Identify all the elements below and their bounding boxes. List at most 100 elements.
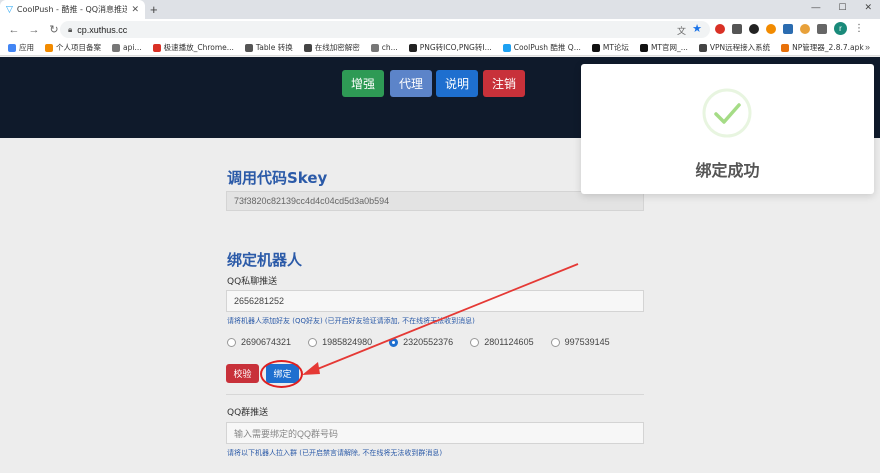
skey-field[interactable]: 73f3820c82139cc4d4c04cd5d3a0b594 — [226, 191, 644, 211]
bind-title: 绑定机器人 — [227, 251, 303, 269]
bookmark-label: 极速播放_Chrome... — [163, 43, 234, 52]
puzzle-extensions-icon[interactable] — [817, 23, 827, 34]
bookmark-label: CoolPush 酷推 Q... — [513, 43, 581, 52]
close-window-icon[interactable]: ✕ — [864, 2, 872, 13]
bookmark-favicon-icon — [244, 43, 253, 52]
glasses-extension-icon[interactable] — [749, 23, 759, 34]
extensions: r ⋮ — [715, 22, 864, 35]
annotation-circle — [260, 360, 303, 388]
bookmark-item[interactable]: 在线加密解密 — [303, 42, 360, 53]
radio-dot[interactable] — [550, 337, 560, 347]
radio-dot[interactable] — [470, 337, 480, 347]
coolpush-favicon-icon: ▽ — [6, 4, 13, 14]
bookmark-label: MT官网_... — [650, 43, 688, 52]
bookmarks-overflow-icon[interactable]: » — [865, 42, 870, 52]
copy-extension-icon[interactable] — [732, 23, 742, 34]
success-toast: 绑定成功 — [581, 64, 874, 194]
bookmark-item[interactable]: Table 转换 — [244, 42, 293, 53]
bookmarks-bar: 应用 个人项目备案 api... 极速播放_Chrome... Table 转换 在线加密… — [0, 40, 880, 56]
bot-number: 1985824980 — [322, 337, 373, 347]
window-controls: — ☐ ✕ — [811, 2, 872, 13]
bookmark-label: Table 转换 — [255, 43, 293, 52]
tab-strip: ▽ CoolPush - 酷推 - QQ消息推送 ✕ + — ☐ ✕ — [0, 0, 880, 19]
bot-radio[interactable]: 2801124605 — [470, 337, 534, 347]
blue-extension-icon[interactable] — [783, 23, 793, 34]
bookmark-item[interactable]: MT论坛 — [591, 42, 629, 53]
bookmark-favicon-icon — [303, 43, 312, 52]
bot-radio[interactable]: 2690674321 — [227, 337, 291, 347]
bookmark-label: MT论坛 — [602, 43, 629, 52]
bot-number: 2801124605 — [484, 337, 534, 347]
bot-radio-group: 2690674321 1985824980 2320552376 2801124… — [227, 337, 610, 347]
bot-radio[interactable]: 997539145 — [550, 337, 610, 347]
new-tab-icon[interactable]: + — [150, 2, 158, 17]
group-push-label: QQ群推送 — [227, 408, 269, 418]
section-divider — [226, 394, 644, 395]
address-bar[interactable]: 🔒︎ cp.xuthus.cc 文 ★ — [60, 21, 710, 38]
skey-title: 调用代码Skey — [227, 169, 328, 187]
docs-button[interactable]: 说明 — [436, 70, 478, 97]
toast-message: 绑定成功 — [695, 161, 760, 180]
bot-number: 2690674321 — [241, 337, 292, 347]
orange-extension-icon[interactable] — [766, 23, 776, 34]
group-hint: 请将以下机器人拉入群 (已开启禁言请解除, 不在线将无法收到群消息) — [227, 449, 443, 457]
proxy-button[interactable]: 代理 — [390, 70, 432, 97]
radio-dot[interactable] — [227, 337, 236, 347]
bookmark-item[interactable]: MT官网_... — [639, 42, 688, 53]
bookmark-label: 应用 — [19, 43, 34, 52]
bookmark-item[interactable]: 极速播放_Chrome... — [152, 42, 234, 53]
bookmark-star-icon[interactable]: ★ — [692, 22, 702, 35]
bookmark-item[interactable]: ch... — [370, 43, 398, 52]
bookmark-favicon-icon — [639, 43, 648, 52]
bookmark-label: NP管理器_2.8.7.apk — [792, 43, 864, 52]
bookmark-favicon-icon — [45, 43, 53, 52]
group-qq-input[interactable]: 输入需要绑定的QQ群号码 — [226, 422, 644, 444]
bookmark-item[interactable]: CoolPush 酷推 Q... — [502, 42, 581, 53]
browser-tab[interactable]: ▽ CoolPush - 酷推 - QQ消息推送 ✕ — [0, 0, 145, 19]
bookmark-item[interactable]: 个人项目备案 — [45, 42, 101, 53]
bookmark-favicon-icon — [591, 43, 600, 52]
bot-radio[interactable]: 1985824980 — [308, 337, 372, 347]
private-qq-input[interactable]: 2656281252 — [226, 290, 644, 312]
bookmark-label: VPN远程接入系统 — [709, 43, 771, 52]
bot-radio-selected[interactable]: 2320552376 — [389, 337, 453, 347]
profile-avatar[interactable]: r — [834, 22, 847, 35]
radio-dot[interactable] — [308, 337, 318, 347]
bookmark-label: PNG转ICO,PNG转I... — [419, 43, 492, 52]
minimize-icon[interactable]: — — [811, 2, 820, 13]
radio-dot-checked[interactable] — [389, 337, 399, 347]
logout-button[interactable]: 注销 — [483, 70, 525, 97]
bookmark-item[interactable]: 应用 — [8, 42, 34, 53]
bookmark-item[interactable]: VPN远程接入系统 — [698, 42, 771, 53]
url-text: cp.xuthus.cc — [77, 24, 128, 35]
success-check-icon — [702, 88, 752, 138]
bookmark-label: 在线加密解密 — [314, 43, 360, 52]
bookmark-label: 个人项目备案 — [56, 43, 101, 52]
maximize-icon[interactable]: ☐ — [838, 2, 846, 13]
private-hint: 请将机器人添加好友 (QQ好友) (已开启好友验证请添加, 不在线将无法收到消息… — [227, 317, 475, 325]
check-button[interactable]: 校验 — [226, 364, 259, 383]
reload-icon[interactable]: ↻ — [48, 23, 60, 36]
bot-number: 2320552376 — [403, 337, 454, 347]
forward-icon[interactable]: → — [28, 24, 40, 36]
adblock-extension-icon[interactable] — [715, 23, 725, 34]
bookmark-favicon-icon — [112, 43, 120, 52]
enhance-button[interactable]: 增强 — [342, 70, 384, 97]
bookmark-favicon-icon — [781, 43, 790, 52]
browser-toolbar: ← → ↻ 🔒︎ cp.xuthus.cc 文 ★ r ⋮ — [0, 19, 880, 40]
bookmark-favicon-icon — [502, 43, 511, 52]
bookmark-favicon-icon — [370, 43, 379, 52]
cookie-extension-icon[interactable] — [800, 23, 810, 34]
bookmark-item[interactable]: NP管理器_2.8.7.apk — [781, 42, 864, 53]
back-icon[interactable]: ← — [8, 24, 20, 36]
bookmark-favicon-icon — [152, 43, 161, 52]
bookmark-item[interactable]: api... — [112, 43, 142, 52]
bookmark-item[interactable]: PNG转ICO,PNG转I... — [408, 42, 492, 53]
tab-close-icon[interactable]: ✕ — [131, 4, 139, 15]
lock-icon[interactable]: 🔒︎ — [68, 25, 72, 35]
bookmark-label: ch... — [381, 43, 398, 52]
browser-menu-icon[interactable]: ⋮ — [854, 23, 864, 34]
private-push-label: QQ私聊推送 — [227, 277, 278, 287]
translate-icon[interactable]: 文 — [677, 24, 686, 37]
tab-title: CoolPush - 酷推 - QQ消息推送 — [16, 5, 128, 14]
